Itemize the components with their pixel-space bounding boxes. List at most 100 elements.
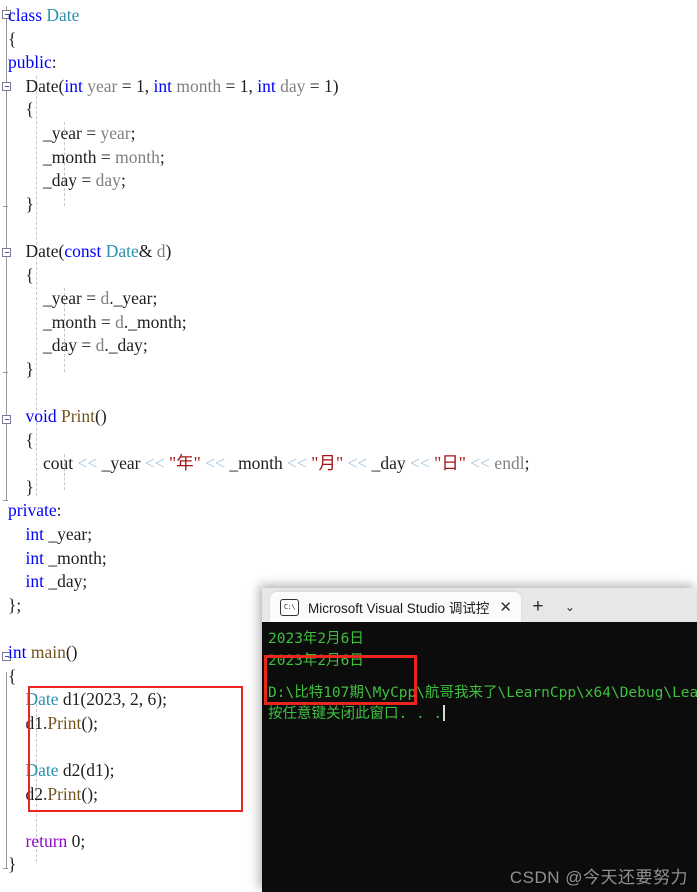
code-token: & — [138, 240, 157, 261]
code-token: d1 — [86, 760, 104, 780]
code-token: ; — [101, 547, 107, 568]
code-line: Date(const Date& d) — [0, 240, 697, 264]
terminal-path-line: D:\比特107期\MyCpp\航哥我来了\LearnCpp\x64\Debug… — [268, 685, 697, 701]
code-token: << — [470, 453, 495, 474]
code-token: }; — [8, 594, 22, 615]
code-line: cout << _year << "年" << _month << "月" <<… — [0, 452, 697, 476]
code-token: main — [30, 642, 66, 663]
code-token: { — [8, 28, 17, 49]
code-token: = — [309, 75, 324, 96]
code-token: class — [8, 5, 47, 25]
code-token: 1 — [135, 75, 145, 96]
code-token: _year — [101, 453, 145, 474]
code-token: 1 — [323, 75, 333, 96]
code-token: int — [25, 571, 44, 592]
code-line: { — [0, 28, 697, 52]
code-line: } — [0, 193, 697, 217]
code-token: ; — [181, 311, 187, 332]
new-tab-button[interactable]: + — [521, 592, 555, 622]
code-line: private: — [0, 499, 697, 523]
code-token: int — [257, 75, 276, 96]
code-token: month — [115, 146, 160, 167]
code-token: "日" — [434, 453, 471, 474]
code-token: : — [51, 52, 57, 73]
code-token: ; — [130, 122, 136, 143]
code-token: Print — [47, 712, 82, 733]
csdn-watermark: CSDN @今天还要努力 — [509, 868, 688, 887]
code-token: Date — [25, 689, 59, 710]
code-line: { — [0, 264, 697, 288]
code-token: } — [25, 193, 34, 214]
code-token: ) — [165, 240, 172, 261]
console-tab-title: Microsoft Visual Studio 调试控 — [308, 601, 490, 616]
code-line: _month = month; — [0, 146, 697, 170]
code-token: _day — [48, 571, 83, 592]
code-token: ) — [332, 75, 339, 96]
code-token: _month — [128, 311, 182, 332]
code-token: Date — [25, 240, 59, 261]
code-token: _day — [371, 453, 410, 474]
code-token: ; — [152, 288, 158, 309]
terminal-output-line: 2023年2月6日 — [268, 631, 364, 647]
code-token: d — [100, 288, 110, 309]
code-token: } — [25, 476, 34, 497]
console-tab[interactable]: C:\ Microsoft Visual Studio 调试控 ✕ — [270, 592, 521, 622]
terminal-output-area[interactable]: 2023年2月6日 2023年2月6日 D:\比特107期\MyCpp\航哥我来… — [262, 622, 697, 892]
code-token: const — [64, 240, 102, 261]
code-line: } — [0, 476, 697, 500]
code-token: _day — [43, 170, 82, 191]
code-token: _year — [113, 288, 153, 309]
terminal-prompt-line: 按任意键关闭此窗口. . . — [268, 704, 697, 725]
code-token: void — [25, 406, 57, 427]
code-token: _month — [229, 453, 288, 474]
code-token: ; — [120, 170, 126, 191]
code-token: year — [100, 122, 131, 143]
code-token: cout — [43, 453, 78, 474]
code-token: , — [121, 689, 130, 710]
code-token: ; — [80, 830, 86, 851]
code-token: 6 — [147, 689, 157, 710]
code-token: _year — [48, 524, 88, 545]
code-token: = — [81, 335, 96, 356]
code-token: d1 — [25, 712, 44, 733]
code-token: = — [121, 75, 136, 96]
code-token: Print — [61, 406, 96, 427]
close-icon[interactable]: ✕ — [496, 600, 515, 615]
code-token: = — [100, 311, 116, 332]
code-token: { — [25, 99, 34, 120]
code-token: _year — [43, 122, 87, 143]
code-line: void Print() — [0, 405, 697, 429]
code-line: _year = d._year; — [0, 287, 697, 311]
code-line: Date(int year = 1, int month = 1, int da… — [0, 75, 697, 99]
code-token: ; — [82, 571, 88, 592]
code-token: d2 — [58, 760, 81, 780]
code-token: d — [115, 311, 124, 332]
code-token: = — [86, 288, 101, 309]
chevron-down-icon[interactable]: ⌄ — [555, 592, 585, 622]
code-token: Date — [46, 5, 80, 25]
console-tabstrip: C:\ Microsoft Visual Studio 调试控 ✕ + ⌄ — [262, 588, 697, 622]
code-token: << — [77, 453, 102, 474]
code-token: int — [8, 642, 27, 663]
console-window[interactable]: C:\ Microsoft Visual Studio 调试控 ✕ + ⌄ 20… — [262, 588, 697, 892]
code-token: d2 — [25, 783, 44, 804]
code-token: _month — [43, 311, 101, 332]
code-token: ); — [103, 760, 115, 780]
code-token: Date — [25, 760, 59, 780]
code-line: class Date — [0, 4, 697, 28]
code-token: _day — [43, 335, 82, 356]
